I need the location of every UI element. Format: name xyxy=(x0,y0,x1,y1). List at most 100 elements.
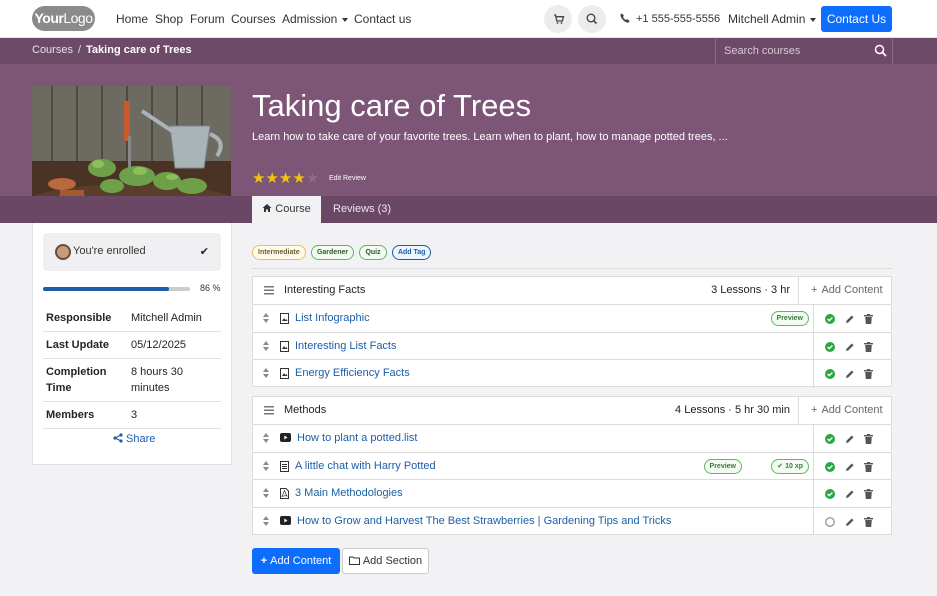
trash-icon[interactable] xyxy=(864,368,873,382)
check-icon: ✔ xyxy=(777,462,786,470)
tag-gardener[interactable]: Gardener xyxy=(310,245,355,260)
check-circle-icon xyxy=(825,341,835,355)
add-content-button[interactable]: + Add Content xyxy=(798,397,891,424)
cart-icon xyxy=(554,14,565,24)
tag-quiz[interactable]: Quiz xyxy=(359,245,387,260)
add-tag-button[interactable]: Add Tag xyxy=(391,245,432,260)
nav-courses[interactable]: Courses xyxy=(231,12,276,26)
edit-icon[interactable] xyxy=(845,341,855,355)
trash-icon[interactable] xyxy=(864,313,873,327)
course-sidebar: You're enrolled ✔ 86 % Responsible Mitche… xyxy=(32,223,232,465)
nav-home[interactable]: Home xyxy=(116,12,148,26)
logo-text-bold: Your xyxy=(34,10,64,26)
edit-icon[interactable] xyxy=(845,368,855,382)
sort-icon[interactable] xyxy=(263,368,269,378)
sort-icon[interactable] xyxy=(263,313,269,323)
section-interesting-facts: Interesting Facts 3 Lessons · 3 hr + Add … xyxy=(252,276,892,388)
share-link[interactable]: Share xyxy=(113,433,155,445)
lesson-name[interactable]: Interesting List Facts xyxy=(295,340,397,352)
nav-contact[interactable]: Contact us xyxy=(354,12,411,26)
nav-admission[interactable]: Admission xyxy=(282,12,349,26)
xp-value: 10 xp xyxy=(785,462,803,470)
lesson-row: Energy Efficiency Facts xyxy=(253,360,891,388)
check-circle-icon xyxy=(825,461,835,475)
lesson-name[interactable]: Energy Efficiency Facts xyxy=(295,367,410,379)
lesson-name[interactable]: How to Grow and Harvest The Best Strawbe… xyxy=(297,515,671,527)
trash-icon[interactable] xyxy=(864,341,873,355)
add-section-button[interactable]: Add Section xyxy=(342,548,429,574)
trash-icon[interactable] xyxy=(864,461,873,475)
lesson-actions xyxy=(813,480,891,507)
sort-icon[interactable] xyxy=(263,460,269,471)
search-button[interactable] xyxy=(578,5,606,33)
add-content-label: Add Content xyxy=(821,404,883,416)
section-methods: Methods 4 Lessons · 5 hr 30 min + Add Con… xyxy=(252,396,892,535)
drag-handle-icon[interactable] xyxy=(264,406,274,415)
section-title[interactable]: Interesting Facts xyxy=(284,284,365,296)
edit-icon[interactable] xyxy=(845,433,855,447)
sort-icon[interactable] xyxy=(263,515,269,526)
add-content-button[interactable]: + Add Content xyxy=(798,277,891,304)
lesson-name[interactable]: List Infographic xyxy=(295,312,370,324)
search-courses-input[interactable] xyxy=(716,38,866,64)
lesson-name[interactable]: How to plant a potted.list xyxy=(297,432,417,444)
section-header: Methods 4 Lessons · 5 hr 30 min + Add Con… xyxy=(253,397,891,425)
lesson-name[interactable]: 3 Main Methodologies xyxy=(295,487,403,499)
edit-icon[interactable] xyxy=(845,313,855,327)
cart-button[interactable] xyxy=(544,5,572,33)
image-file-icon xyxy=(280,340,289,352)
tab-course[interactable]: Course xyxy=(252,196,321,223)
nav-shop[interactable]: Shop xyxy=(155,12,183,26)
nav-forum[interactable]: Forum xyxy=(190,12,225,26)
course-description: Learn how to take care of your favorite … xyxy=(252,131,728,143)
sort-icon[interactable] xyxy=(263,340,269,351)
lesson-actions xyxy=(813,425,891,452)
info-value: 8 hours 30 minutes xyxy=(128,358,221,402)
chevron-down-icon xyxy=(342,17,349,22)
add-content-label: Add Content xyxy=(821,284,883,296)
edit-icon[interactable] xyxy=(845,516,855,530)
breadcrumb-courses[interactable]: Courses xyxy=(32,44,73,56)
tab-reviews[interactable]: Reviews (3) xyxy=(333,196,391,223)
course-tags: Intermediate Gardener Quiz Add Tag xyxy=(252,243,433,260)
lesson-actions xyxy=(813,507,891,535)
check-circle-icon xyxy=(825,433,835,447)
section-title[interactable]: Methods xyxy=(284,404,326,416)
user-menu[interactable]: Mitchell Admin xyxy=(728,12,817,26)
phone-number: +1 555-555-5556 xyxy=(636,13,721,25)
document-icon xyxy=(280,460,289,472)
lesson-name[interactable]: A little chat with Harry Potted xyxy=(295,460,436,472)
sort-icon[interactable] xyxy=(263,488,269,498)
check-circle-icon xyxy=(825,313,835,327)
info-value: 3 xyxy=(128,401,221,429)
lesson-row: 3 Main Methodologies xyxy=(253,480,891,508)
lesson-actions xyxy=(813,305,891,332)
breadcrumb-separator: / xyxy=(77,44,82,56)
company-logo[interactable]: YourLogo xyxy=(32,6,95,31)
tab-bar xyxy=(0,196,937,223)
edit-icon[interactable] xyxy=(845,461,855,475)
user-name: Mitchell Admin xyxy=(728,12,806,26)
share-label: Share xyxy=(126,433,156,445)
trash-icon[interactable] xyxy=(864,488,873,502)
info-row: Last Update 05/12/2025 xyxy=(43,331,221,359)
edit-icon[interactable] xyxy=(845,488,855,502)
add-content-primary-button[interactable]: + Add Content xyxy=(252,548,340,574)
trash-icon[interactable] xyxy=(864,516,873,530)
image-file-icon xyxy=(280,368,289,379)
enrolled-status: You're enrolled ✔ xyxy=(43,233,221,271)
search-icon[interactable] xyxy=(874,44,887,57)
contact-us-button[interactable]: Contact Us xyxy=(821,6,892,32)
edit-review-link[interactable]: Edit Review xyxy=(329,175,366,182)
trash-icon[interactable] xyxy=(864,433,873,447)
breadcrumb: Courses / Taking care of Trees xyxy=(32,44,192,56)
phone-link[interactable]: +1 555-555-5556 xyxy=(620,13,720,25)
youtube-icon xyxy=(280,515,291,525)
lesson-row: How to plant a potted.list xyxy=(253,425,891,453)
drag-handle-icon[interactable] xyxy=(264,286,274,295)
image-file-icon xyxy=(280,313,289,324)
tag-intermediate[interactable]: Intermediate xyxy=(252,245,306,260)
sort-icon[interactable] xyxy=(263,433,269,443)
circle-icon[interactable] xyxy=(825,516,835,530)
lesson-actions xyxy=(813,360,891,388)
